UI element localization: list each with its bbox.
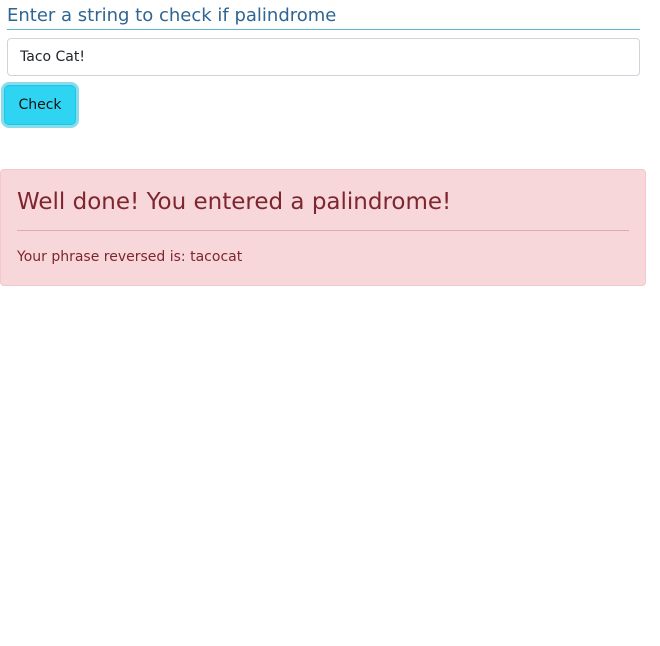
page: Enter a string to check if palindrome Ch… bbox=[0, 0, 660, 646]
alert-divider bbox=[17, 230, 629, 231]
phrase-input[interactable] bbox=[7, 38, 640, 76]
result-heading: Well done! You entered a palindrome! bbox=[17, 189, 452, 215]
reversed-phrase-prefix: Your phrase reversed is: bbox=[17, 249, 191, 265]
reversed-phrase-value: tacocat bbox=[190, 249, 243, 265]
palindrome-form: Enter a string to check if palindrome Ch… bbox=[4, 4, 640, 125]
input-prompt-label: Enter a string to check if palindrome bbox=[7, 4, 640, 30]
result-alert: Well done! You entered a palindrome! You… bbox=[0, 169, 646, 286]
check-button[interactable]: Check bbox=[4, 85, 76, 125]
reversed-phrase-text: Your phrase reversed is: tacocat bbox=[17, 247, 629, 267]
